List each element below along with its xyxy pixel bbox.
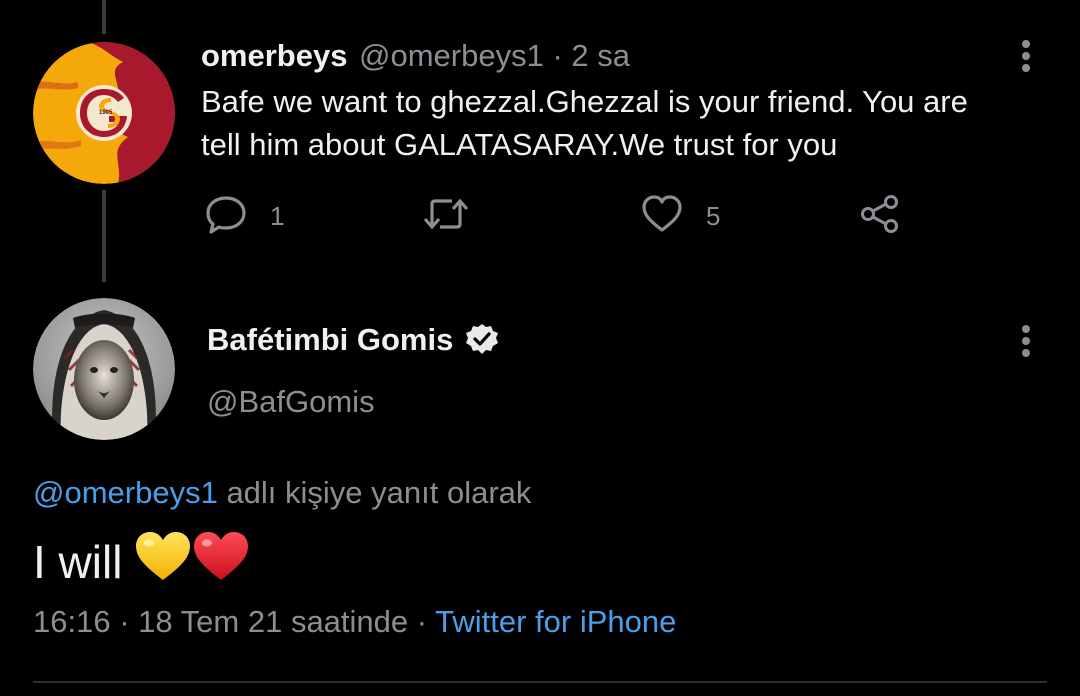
heart-outline-icon [640, 192, 684, 241]
main-author-handle[interactable]: @BafGomis [207, 384, 375, 420]
verified-badge-icon [465, 323, 499, 357]
meta-separator: · [408, 604, 436, 639]
red-heart-icon [192, 530, 250, 593]
reply-button[interactable]: 1 [204, 192, 284, 241]
tweet-time[interactable]: 16:16 [33, 604, 111, 639]
main-tweet-text-content: I will [33, 535, 123, 588]
share-icon [858, 192, 902, 241]
avatar-bafgomis[interactable] [33, 298, 175, 440]
meta-separator: · [110, 604, 139, 639]
avatar-omerbeys[interactable]: 1905 [33, 42, 175, 184]
reply-count: 1 [270, 201, 285, 231]
reply-separator: · [552, 38, 563, 73]
svg-text:1905: 1905 [99, 110, 113, 116]
reply-author-handle-text: @omerbeys1 [359, 38, 544, 73]
main-tweet-text: I will [33, 530, 250, 593]
reply-author-name[interactable]: omerbeys [201, 38, 347, 74]
reply-author-handle[interactable]: @omerbeys1 · 2 sa [359, 38, 630, 74]
main-author-name-text: Bafétimbi Gomis [207, 322, 454, 357]
reply-tweet-text-line: Bafe we want to ghezzal.Ghezzal is your … [201, 84, 968, 119]
main-author-name[interactable]: Bafétimbi Gomis [207, 322, 499, 358]
reply-context: @omerbeys1 adlı kişiye yanıt olarak [33, 475, 531, 511]
reply-time-ago: 2 sa [571, 38, 631, 73]
thread-line-top [102, 0, 106, 34]
more-options-icon[interactable] [1021, 40, 1031, 76]
reply-context-mention[interactable]: @omerbeys1 [33, 475, 218, 510]
thread-line [102, 190, 106, 282]
share-button[interactable] [858, 192, 902, 241]
divider [33, 681, 1047, 683]
tweet-source-link[interactable]: Twitter for iPhone [435, 604, 676, 639]
reply-context-text: adlı kişiye yanıt olarak [217, 475, 532, 510]
reply-icon [204, 192, 248, 241]
retweet-icon [422, 192, 470, 241]
tweet-meta: 16:16 · 18 Tem 21 saatinde · Twitter for… [33, 604, 676, 640]
reply-tweet-text: Bafe we want to ghezzal.Ghezzal is your … [201, 80, 1021, 166]
yellow-heart-icon [134, 530, 192, 593]
like-button[interactable]: 5 [640, 192, 720, 241]
reply-tweet-text-line: tell him about GALATASARAY.We trust for … [201, 127, 838, 162]
like-count: 5 [706, 201, 721, 231]
retweet-button[interactable] [422, 192, 470, 241]
tweet-date[interactable]: 18 Tem 21 saatinde [138, 604, 408, 639]
more-options-icon[interactable] [1021, 325, 1031, 361]
